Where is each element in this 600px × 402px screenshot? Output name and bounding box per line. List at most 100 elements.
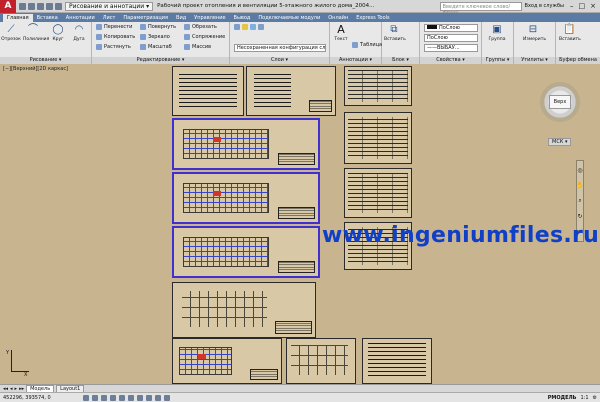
- pan-icon[interactable]: ✋: [576, 182, 583, 189]
- tab-online[interactable]: Онлайн: [324, 14, 352, 22]
- layer-lock-icon[interactable]: [258, 24, 264, 30]
- tab-manage[interactable]: Управление: [190, 14, 229, 22]
- tab-output[interactable]: Вывод: [230, 14, 255, 22]
- panel-modify-label[interactable]: Редактирование ▾: [92, 57, 229, 64]
- drawing-sheet[interactable]: [246, 66, 336, 116]
- layer-state-select[interactable]: Несохраненная конфигурация слоя: [234, 44, 326, 52]
- insert-block-button[interactable]: ⧉ Вставить: [384, 24, 406, 42]
- panel-draw-label[interactable]: Рисование ▾: [0, 57, 91, 64]
- panel-utilities: ⊟ Измерить Утилиты ▾: [514, 22, 556, 64]
- orbit-icon[interactable]: ↻: [577, 213, 582, 220]
- circle-button[interactable]: ◯ Круг: [48, 24, 68, 42]
- line-button[interactable]: ⟋ Отрезок: [1, 24, 21, 42]
- trim-button[interactable]: Обрезать: [184, 24, 217, 30]
- panel-properties-label[interactable]: Свойства ▾: [420, 57, 481, 64]
- trim-icon: [184, 24, 190, 30]
- sign-in-button[interactable]: Вход в службы: [525, 3, 564, 9]
- maximize-button[interactable]: □: [579, 2, 586, 10]
- layer-on-icon[interactable]: [242, 24, 248, 30]
- stretch-button[interactable]: Растянуть: [96, 44, 131, 50]
- panel-groups-label[interactable]: Группы ▾: [482, 57, 513, 64]
- polar-icon[interactable]: [110, 394, 116, 401]
- panel-modify: Перенести Копировать Растянуть Повернуть…: [92, 22, 230, 64]
- workspace-select[interactable]: Рисование и аннотации ▾: [65, 1, 154, 11]
- open-icon[interactable]: [28, 2, 35, 10]
- drawing-sheet-specification[interactable]: [344, 66, 412, 106]
- drawing-sheet-detail[interactable]: [286, 338, 356, 384]
- tab-nav-next-icon[interactable]: ▸: [15, 386, 18, 392]
- move-button[interactable]: Перенести: [96, 24, 132, 30]
- wcs-menu[interactable]: МСК ▾: [548, 138, 572, 146]
- viewport-controls-label[interactable]: [−][Верхний][2D каркас]: [3, 66, 68, 72]
- coordinates-readout[interactable]: 452296, 393574, 0: [3, 395, 83, 401]
- autocad-logo-icon[interactable]: A: [0, 0, 16, 13]
- tab-nav-prev-icon[interactable]: ◂: [10, 386, 13, 392]
- close-button[interactable]: ×: [590, 2, 596, 10]
- tab-annotate[interactable]: Аннотации: [62, 14, 99, 22]
- otrack-icon[interactable]: [128, 394, 134, 401]
- viewcube-top-face[interactable]: Верх: [548, 95, 572, 109]
- table-button[interactable]: Таблица: [352, 42, 382, 48]
- lineweight-icon[interactable]: [155, 394, 161, 401]
- help-search-input[interactable]: Введите ключевое слово/фразу: [439, 1, 522, 16]
- drawing-sheet-specification[interactable]: [344, 168, 412, 218]
- layer-freeze-icon[interactable]: [250, 24, 256, 30]
- scale-button[interactable]: Масштаб: [140, 44, 172, 50]
- viewcube[interactable]: Верх: [540, 82, 580, 122]
- annotation-scale[interactable]: 1:1: [580, 395, 588, 401]
- workspace-switch-icon[interactable]: ⚙: [593, 395, 597, 401]
- osnap-icon[interactable]: [119, 394, 125, 401]
- mirror-button[interactable]: Зеркало: [140, 34, 170, 40]
- drawing-sheet-table[interactable]: [362, 338, 432, 384]
- save-icon[interactable]: [37, 2, 44, 10]
- array-button[interactable]: Массив: [184, 44, 211, 50]
- drawing-sheet-floor-plan[interactable]: [172, 118, 320, 170]
- dyn-icon[interactable]: [146, 394, 152, 401]
- paste-button[interactable]: 📋 Вставить: [559, 24, 581, 42]
- tab-layout[interactable]: Лист: [99, 14, 120, 22]
- tab-insert[interactable]: Вставка: [33, 14, 62, 22]
- new-icon[interactable]: [19, 2, 26, 10]
- drawing-sheet-floor-plan[interactable]: [172, 226, 320, 278]
- panel-utilities-label[interactable]: Утилиты ▾: [514, 57, 555, 64]
- zoom-icon[interactable]: ⌕: [578, 197, 581, 205]
- drawing-sheet-floor-plan[interactable]: [172, 172, 320, 224]
- panel-layers-label[interactable]: Слои ▾: [230, 57, 329, 64]
- panel-block-label[interactable]: Блок ▾: [382, 57, 419, 64]
- drawing-sheet-scheme[interactable]: [172, 282, 316, 338]
- fillet-button[interactable]: Сопряжение: [184, 34, 225, 40]
- tab-express-tools[interactable]: Express Tools: [352, 14, 393, 22]
- redo-icon[interactable]: [55, 2, 62, 10]
- steering-wheel-icon[interactable]: ◎: [577, 167, 582, 174]
- ducs-icon[interactable]: [137, 394, 143, 401]
- layer-properties-icon[interactable]: [234, 24, 240, 30]
- snap-icon[interactable]: [83, 394, 89, 401]
- color-select[interactable]: ПоСлою: [424, 24, 478, 32]
- tab-home[interactable]: Главная: [3, 14, 33, 22]
- grid-icon[interactable]: [92, 394, 98, 401]
- measure-button[interactable]: ⊟ Измерить: [523, 24, 546, 42]
- minimize-button[interactable]: –: [570, 2, 574, 10]
- panel-annotation-label[interactable]: Аннотации ▾: [330, 57, 381, 64]
- copy-button[interactable]: Копировать: [96, 34, 135, 40]
- lineweight-select[interactable]: ——ВЫБАУ...: [424, 44, 478, 52]
- text-button[interactable]: A Текст: [331, 24, 351, 43]
- drawing-sheet[interactable]: [172, 66, 244, 116]
- arc-button[interactable]: ◠ Дуга: [69, 24, 89, 42]
- copy-icon: [96, 34, 102, 40]
- tab-plugins[interactable]: Подключаемые модули: [254, 14, 324, 22]
- undo-icon[interactable]: [46, 2, 53, 10]
- drawing-sheet-specification[interactable]: [344, 112, 412, 164]
- tab-view[interactable]: Вид: [172, 14, 190, 22]
- group-button[interactable]: ▣ Группа: [487, 24, 507, 42]
- tab-parametric[interactable]: Параметризация: [119, 14, 172, 22]
- ortho-icon[interactable]: [101, 394, 107, 401]
- tab-nav-first-icon[interactable]: ◂◂: [3, 386, 8, 392]
- linetype-select[interactable]: ПоСлою: [424, 34, 478, 42]
- model-space-toggle[interactable]: PMОДЕЛЬ: [548, 395, 577, 401]
- tab-nav-last-icon[interactable]: ▸▸: [19, 386, 24, 392]
- drawing-sheet-detail[interactable]: [172, 338, 282, 384]
- transparency-icon[interactable]: [164, 394, 170, 401]
- polyline-button[interactable]: ⌒ Полилиния: [23, 24, 49, 42]
- rotate-button[interactable]: Повернуть: [140, 24, 176, 30]
